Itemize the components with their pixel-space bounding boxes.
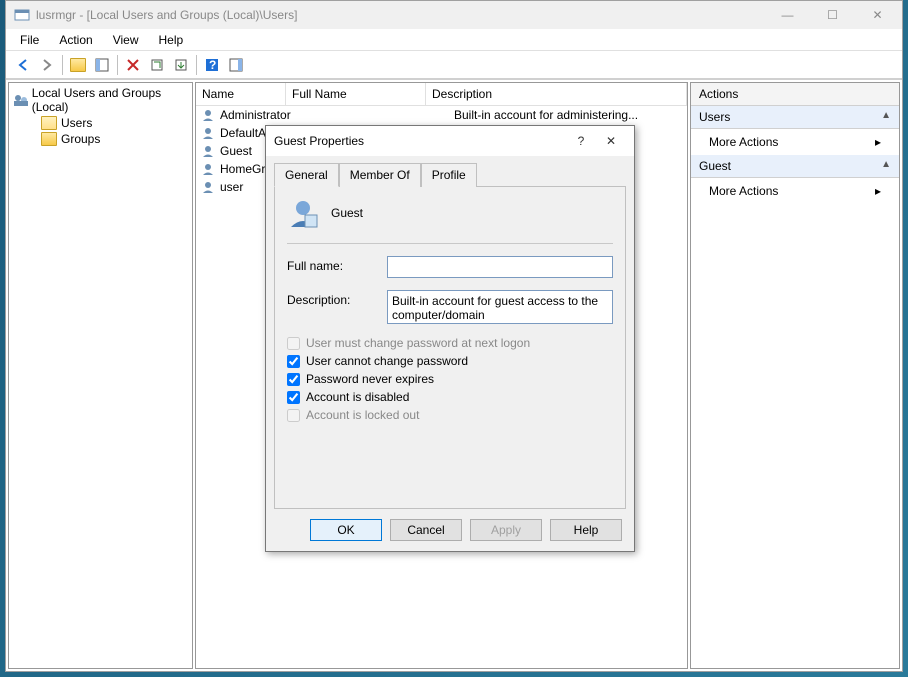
actions-section-guest-label: Guest — [699, 159, 731, 173]
tree-groups-label: Groups — [61, 132, 100, 146]
check-neverexpire[interactable]: Password never expires — [287, 372, 613, 386]
user-icon — [200, 179, 216, 195]
folder-icon — [41, 116, 57, 130]
list-row[interactable]: Administrator Built-in account for admin… — [196, 106, 687, 124]
tree-groups[interactable]: Groups — [9, 131, 192, 147]
properties-dialog: Guest Properties ? ✕ General Member Of P… — [265, 125, 635, 552]
minimize-button[interactable]: — — [765, 1, 810, 29]
forward-button[interactable] — [36, 54, 58, 76]
actions-title: Actions — [691, 83, 899, 106]
tree-users[interactable]: Users — [9, 115, 192, 131]
app-icon — [14, 7, 30, 23]
cell-desc: Built-in account for administering... — [454, 108, 683, 122]
collapse-icon: ▲ — [881, 159, 891, 173]
check-disabled-box[interactable] — [287, 391, 300, 404]
check-disabled-label: Account is disabled — [306, 390, 409, 404]
description-input[interactable] — [387, 290, 613, 324]
chevron-right-icon: ▸ — [875, 135, 881, 149]
actions-more-guest-label: More Actions — [709, 184, 778, 198]
collapse-icon: ▲ — [881, 110, 891, 124]
actions-pane: Actions Users ▲ More Actions ▸ Guest ▲ M… — [690, 82, 900, 669]
tab-profile[interactable]: Profile — [421, 163, 477, 187]
folder-icon — [41, 132, 57, 146]
tree-users-label: Users — [61, 116, 92, 130]
check-locked: Account is locked out — [287, 408, 613, 422]
user-icon — [200, 161, 216, 177]
cell-name: Administrator — [220, 108, 306, 122]
dialog-close-button[interactable]: ✕ — [596, 129, 626, 153]
col-fullname[interactable]: Full Name — [286, 83, 426, 105]
actions-more-guest[interactable]: More Actions ▸ — [691, 178, 899, 204]
actions-more-users-label: More Actions — [709, 135, 778, 149]
menu-file[interactable]: File — [12, 31, 47, 49]
menu-help[interactable]: Help — [151, 31, 192, 49]
check-disabled[interactable]: Account is disabled — [287, 390, 613, 404]
people-icon — [13, 92, 28, 108]
titlebar[interactable]: lusrmgr - [Local Users and Groups (Local… — [6, 1, 902, 29]
check-mustchange-box — [287, 337, 300, 350]
menu-action[interactable]: Action — [51, 31, 100, 49]
delete-button[interactable] — [122, 54, 144, 76]
dialog-help-button[interactable]: ? — [566, 129, 596, 153]
help-button[interactable]: ? — [201, 54, 223, 76]
action-pane-button[interactable] — [225, 54, 247, 76]
dialog-tabs: General Member Of Profile — [266, 156, 634, 186]
user-icon — [200, 143, 216, 159]
description-label: Description: — [287, 290, 387, 307]
tab-memberof[interactable]: Member Of — [339, 163, 421, 187]
check-cannotchange-label: User cannot change password — [306, 354, 468, 368]
refresh-button[interactable] — [146, 54, 168, 76]
tree-pane: Local Users and Groups (Local) Users Gro… — [8, 82, 193, 669]
check-mustchange-label: User must change password at next logon — [306, 336, 530, 350]
chevron-right-icon: ▸ — [875, 184, 881, 198]
actions-more-users[interactable]: More Actions ▸ — [691, 129, 899, 155]
actions-section-users-label: Users — [699, 110, 730, 124]
tab-general[interactable]: General — [274, 163, 339, 187]
col-name[interactable]: Name — [196, 83, 286, 105]
fullname-input[interactable] — [387, 256, 613, 278]
cancel-button[interactable]: Cancel — [390, 519, 462, 541]
user-icon — [200, 107, 216, 123]
up-button[interactable] — [67, 54, 89, 76]
tree-root-label: Local Users and Groups (Local) — [32, 86, 188, 114]
menu-view[interactable]: View — [105, 31, 147, 49]
dialog-buttons: OK Cancel Apply Help — [266, 509, 634, 551]
dialog-username: Guest — [331, 206, 363, 220]
check-cannotchange-box[interactable] — [287, 355, 300, 368]
dialog-titlebar[interactable]: Guest Properties ? ✕ — [266, 126, 634, 156]
check-locked-label: Account is locked out — [306, 408, 419, 422]
tree-root[interactable]: Local Users and Groups (Local) — [9, 85, 192, 115]
check-mustchange: User must change password at next logon — [287, 336, 613, 350]
user-icon — [287, 197, 319, 229]
ok-button[interactable]: OK — [310, 519, 382, 541]
back-button[interactable] — [12, 54, 34, 76]
actions-section-users[interactable]: Users ▲ — [691, 106, 899, 129]
svg-text:?: ? — [209, 58, 216, 72]
tab-panel-general: Guest Full name: Description: User must … — [274, 186, 626, 509]
check-cannotchange[interactable]: User cannot change password — [287, 354, 613, 368]
user-icon — [200, 125, 216, 141]
check-locked-box — [287, 409, 300, 422]
menubar: File Action View Help — [6, 29, 902, 51]
actions-section-guest[interactable]: Guest ▲ — [691, 155, 899, 178]
toolbar: ? — [6, 51, 902, 79]
col-description[interactable]: Description — [426, 83, 687, 105]
close-button[interactable]: ✕ — [855, 1, 900, 29]
apply-button[interactable]: Apply — [470, 519, 542, 541]
fullname-label: Full name: — [287, 256, 387, 273]
check-neverexpire-label: Password never expires — [306, 372, 434, 386]
window-title: lusrmgr - [Local Users and Groups (Local… — [36, 8, 765, 22]
show-hide-button[interactable] — [91, 54, 113, 76]
maximize-button[interactable]: ☐ — [810, 1, 855, 29]
export-button[interactable] — [170, 54, 192, 76]
dialog-title: Guest Properties — [274, 134, 566, 148]
help-button[interactable]: Help — [550, 519, 622, 541]
check-neverexpire-box[interactable] — [287, 373, 300, 386]
list-header: Name Full Name Description — [196, 83, 687, 106]
